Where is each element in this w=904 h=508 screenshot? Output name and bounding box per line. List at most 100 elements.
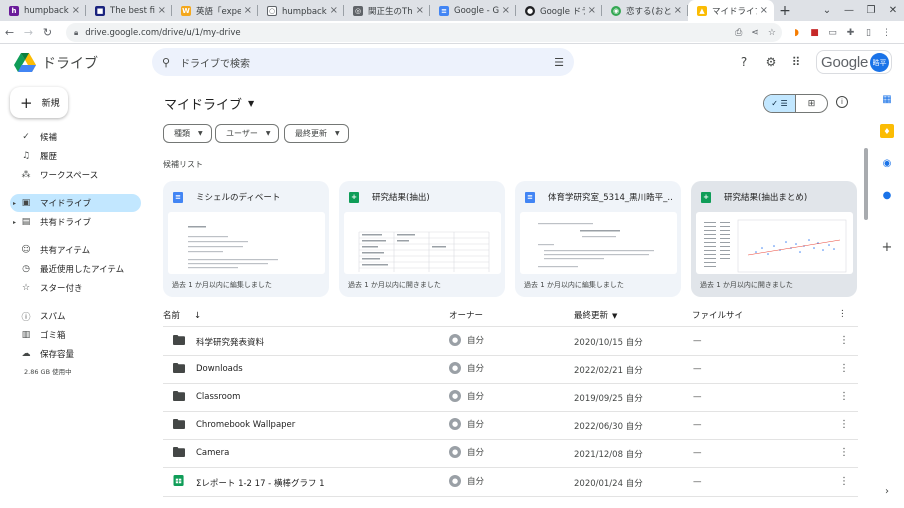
sort-arrow-down-icon[interactable]: ↓	[194, 311, 201, 321]
app-name[interactable]: ドライブ	[42, 53, 98, 73]
close-tab-icon[interactable]: ×	[330, 5, 338, 16]
tasks-icon[interactable]: ◉	[880, 156, 894, 170]
restore-icon[interactable]: ❐	[860, 5, 882, 16]
filter-people-chip[interactable]: ユーザー ▼	[215, 124, 280, 143]
close-tab-icon[interactable]: ×	[674, 5, 682, 16]
grid-view-button[interactable]: ⊞	[796, 95, 827, 112]
sidebar-item-activity[interactable]: ♫ 履歴	[10, 147, 141, 165]
back-icon[interactable]: ←	[0, 26, 19, 39]
search-options-icon[interactable]: ☰	[554, 56, 564, 69]
reload-icon[interactable]: ↻	[38, 26, 57, 39]
new-button[interactable]: + 新規	[10, 87, 68, 118]
search-icon[interactable]: ⚲	[162, 56, 170, 69]
sidebar-item-storage[interactable]: ☁ 保存容量	[10, 345, 141, 363]
table-row[interactable]: Camera ● 自分 2021/12/08 自分 — ⋮	[163, 439, 858, 467]
list-view-button[interactable]: ✓ ☰	[764, 95, 796, 112]
sidebar-item-recent[interactable]: ◷ 最近使用したアイテム	[10, 260, 141, 278]
sidebar-item-spam[interactable]: ⓘ スパム	[10, 307, 141, 325]
add-addon-icon[interactable]: +	[880, 240, 894, 255]
search-bar[interactable]: ⚲ ドライブで検索 ☰	[152, 48, 574, 76]
close-tab-icon[interactable]: ×	[72, 5, 80, 16]
close-tab-icon[interactable]: ×	[502, 5, 510, 16]
browser-menu-icon[interactable]: ⋮	[880, 26, 893, 39]
info-icon[interactable]: i	[836, 96, 848, 108]
column-header-name[interactable]: 名前 ↓	[163, 309, 201, 323]
more-actions-icon[interactable]: ⋮	[839, 363, 849, 374]
more-actions-icon[interactable]: ⋮	[839, 447, 849, 458]
scrollbar-thumb[interactable]	[864, 148, 868, 220]
suggested-card[interactable]: + 研究結果(抽出まとめ) 過去 1 か月以内に開きました	[691, 181, 857, 297]
sidebar-item-suggested[interactable]: ✓ 候補	[10, 128, 141, 146]
filter-type-chip[interactable]: 種類 ▼	[163, 124, 212, 143]
column-header-size[interactable]: ファイルサイ	[692, 309, 743, 323]
browser-tab[interactable]: W 英語「expen×	[172, 0, 258, 21]
search-input[interactable]: ドライブで検索	[180, 55, 250, 70]
extension-icon[interactable]: ◗	[790, 26, 803, 39]
table-row[interactable]: Σレポート 1-2 17 - 横棒グラフ 1 ● 自分 2020/01/24 自分…	[163, 468, 858, 496]
settings-gear-icon[interactable]: ⚙	[763, 54, 779, 70]
clock-icon: ◷	[22, 264, 30, 274]
sidebar-item-starred[interactable]: ☆ スター付き	[10, 279, 141, 297]
close-tab-icon[interactable]: ×	[158, 5, 166, 16]
more-actions-icon[interactable]: ⋮	[839, 335, 849, 346]
browser-tab[interactable]: ○ humpbackの×	[258, 0, 344, 21]
forward-icon[interactable]: →	[19, 26, 38, 39]
account-switcher[interactable]: Google 晧平	[816, 50, 892, 74]
expand-caret-icon[interactable]: ▸	[13, 200, 16, 207]
extension-icon[interactable]: ■	[808, 26, 821, 39]
browser-tab[interactable]: ● Google ドラ×	[516, 0, 602, 21]
page-title[interactable]: マイドライブ ▼	[164, 94, 254, 113]
suggested-card[interactable]: ≡ ミシェルのディベート 過去 1 か月以内に編集しました	[163, 181, 329, 297]
keep-icon[interactable]: ♦	[880, 124, 894, 138]
table-row[interactable]: Classroom ● 自分 2019/09/25 自分 — ⋮	[163, 383, 858, 411]
install-app-icon[interactable]: ⎙	[735, 28, 742, 38]
new-tab-button[interactable]: +	[774, 0, 796, 21]
sidebar-item-shared-drives[interactable]: ▸ ▤ 共有ドライブ	[10, 213, 141, 231]
more-actions-icon[interactable]: ⋮	[839, 391, 849, 402]
column-header-modified[interactable]: 最終更新 ▼	[574, 309, 617, 323]
contacts-icon[interactable]: ●	[880, 188, 894, 202]
more-actions-icon[interactable]: ⋮	[839, 476, 849, 487]
sidebar-item-trash[interactable]: ▥ ゴミ箱	[10, 326, 141, 344]
spam-icon: ⓘ	[21, 312, 31, 323]
close-tab-icon[interactable]: ×	[416, 5, 424, 16]
filter-modified-chip[interactable]: 最終更新 ▼	[284, 124, 349, 143]
side-panel-icon[interactable]: ▯	[862, 26, 875, 39]
extensions-puzzle-icon[interactable]: ✚	[844, 26, 857, 39]
column-options-icon[interactable]: ⋮	[838, 309, 847, 323]
close-tab-icon[interactable]: ×	[244, 5, 252, 16]
close-window-icon[interactable]: ✕	[882, 5, 904, 16]
browser-tab[interactable]: h humpback w×	[0, 0, 86, 21]
tab-search-icon[interactable]: ⌄	[816, 5, 838, 16]
table-row[interactable]: Chromebook Wallpaper ● 自分 2022/06/30 自分 —…	[163, 411, 858, 439]
close-tab-icon[interactable]: ×	[588, 5, 596, 16]
extension-icon[interactable]: ▭	[826, 26, 839, 39]
address-bar[interactable]: 🔒︎ drive.google.com/drive/u/1/my-drive ⎙…	[66, 23, 782, 42]
suggested-card[interactable]: + 研究結果(抽出) 過去 1 か月以内に開きました	[339, 181, 505, 297]
table-row[interactable]: Downloads ● 自分 2022/02/21 自分 — ⋮	[163, 355, 858, 383]
sidebar-item-my-drive[interactable]: ▸ ▣ マイドライブ	[10, 194, 141, 212]
sidebar-item-shared-with-me[interactable]: ☺ 共有アイテム	[10, 241, 141, 259]
table-row[interactable]: 科学研究発表資料 ● 自分 2020/10/15 自分 — ⋮	[163, 327, 858, 355]
browser-tab[interactable]: ■ The best fits×	[86, 0, 172, 21]
bookmark-star-icon[interactable]: ☆	[768, 28, 776, 38]
hide-panel-chevron-icon[interactable]: ›	[880, 484, 894, 498]
column-header-owner[interactable]: オーナー	[449, 309, 483, 323]
lock-icon[interactable]: 🔒︎	[74, 28, 78, 38]
calendar-icon[interactable]: ▦	[880, 92, 894, 106]
browser-tab[interactable]: ◎ 関正生のThe×	[344, 0, 430, 21]
avatar[interactable]: 晧平	[870, 53, 889, 72]
browser-tab-active[interactable]: ▲ マイドライブ -×	[688, 0, 774, 21]
suggested-card[interactable]: ≡ 体育学研究室_5314_黒川晧平_... 過去 1 か月以内に編集しました	[515, 181, 681, 297]
close-tab-icon[interactable]: ×	[760, 5, 768, 16]
expand-caret-icon[interactable]: ▸	[13, 219, 16, 226]
minimize-icon[interactable]: —	[838, 5, 860, 16]
drive-logo-icon[interactable]	[14, 53, 36, 73]
help-icon[interactable]: ?	[736, 54, 752, 70]
browser-tab[interactable]: ◉ 恋する(おと ×	[602, 0, 688, 21]
sidebar-item-workspace[interactable]: ⁂ ワークスペース	[10, 166, 141, 184]
apps-grid-icon[interactable]: ⠿	[788, 54, 804, 70]
more-actions-icon[interactable]: ⋮	[839, 419, 849, 430]
share-icon[interactable]: ⋖	[751, 28, 759, 38]
browser-tab[interactable]: ≡ Google - Goo×	[430, 0, 516, 21]
